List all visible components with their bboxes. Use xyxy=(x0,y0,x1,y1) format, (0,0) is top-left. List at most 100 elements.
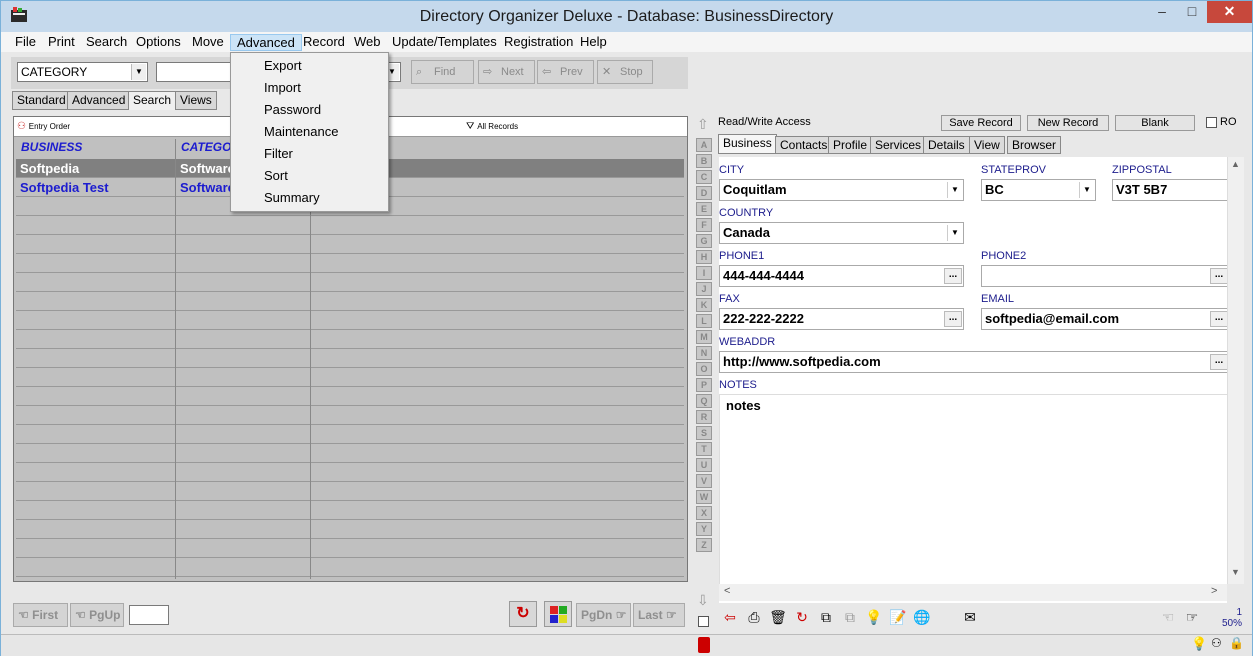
stop-button[interactable]: ✕ Stop xyxy=(597,60,653,84)
exit-icon[interactable] xyxy=(698,637,710,653)
hand-left-icon[interactable]: ☜ xyxy=(1157,606,1179,628)
menu-item-sort[interactable]: Sort xyxy=(232,165,387,187)
alpha-button-o[interactable]: O xyxy=(696,362,712,376)
alpha-button-h[interactable]: H xyxy=(696,250,712,264)
refresh-icon[interactable]: ↻ xyxy=(791,606,813,628)
alpha-button-z[interactable]: Z xyxy=(696,538,712,552)
all-records-button[interactable]: ⛛ All Records xyxy=(466,118,518,135)
menu-item-import[interactable]: Import xyxy=(232,77,387,99)
minimize-button[interactable]: – xyxy=(1147,1,1177,23)
menu-search[interactable]: Search xyxy=(80,34,133,51)
lightbulb-icon[interactable]: 💡 xyxy=(863,606,885,628)
alpha-button-q[interactable]: Q xyxy=(696,394,712,408)
alpha-button-u[interactable]: U xyxy=(696,458,712,472)
menu-web[interactable]: Web xyxy=(348,34,387,51)
form-horizontal-scrollbar[interactable]: < > xyxy=(719,584,1227,601)
alpha-checkbox[interactable] xyxy=(698,616,709,627)
back-arrow-icon[interactable]: ⇦ xyxy=(719,606,741,628)
column-header-business[interactable]: BUSINESS xyxy=(16,139,176,156)
webaddr-field[interactable]: http://www.softpedia.com... xyxy=(719,351,1227,373)
menu-update-templates[interactable]: Update/Templates xyxy=(386,34,503,51)
chevron-down-icon[interactable]: ▼ xyxy=(1079,182,1094,198)
save-record-button[interactable]: Save Record xyxy=(941,115,1021,131)
menu-item-summary[interactable]: Summary xyxy=(232,187,387,209)
email-record-icon[interactable]: ✉ xyxy=(959,606,981,628)
ellipsis-icon[interactable]: ... xyxy=(944,311,962,327)
refresh-icon[interactable]: ↻ xyxy=(509,601,537,627)
alpha-button-d[interactable]: D xyxy=(696,186,712,200)
pgdn-button[interactable]: PgDn ☞ xyxy=(576,603,631,627)
alpha-button-p[interactable]: P xyxy=(696,378,712,392)
alpha-button-e[interactable]: E xyxy=(696,202,712,216)
alpha-button-j[interactable]: J xyxy=(696,282,712,296)
ro-checkbox[interactable] xyxy=(1206,117,1217,128)
record-number-input[interactable] xyxy=(129,605,169,625)
alpha-button-v[interactable]: V xyxy=(696,474,712,488)
next-button[interactable]: ⇨ Next xyxy=(478,60,535,84)
ellipsis-icon[interactable]: ... xyxy=(944,268,962,284)
menu-print[interactable]: Print xyxy=(42,34,81,51)
close-button[interactable]: ✕ xyxy=(1207,1,1252,23)
alpha-button-i[interactable]: I xyxy=(696,266,712,280)
lightbulb-icon[interactable]: 💡 xyxy=(1191,636,1207,652)
maximize-button[interactable]: □ xyxy=(1177,1,1207,23)
pgup-button[interactable]: ☜ PgUp xyxy=(70,603,124,627)
ellipsis-icon[interactable]: ... xyxy=(1210,354,1227,370)
city-field[interactable]: Coquitlam ▼ xyxy=(719,179,964,201)
menu-item-maintenance[interactable]: Maintenance xyxy=(232,121,387,143)
copy-record-icon[interactable]: ⧉ xyxy=(815,606,837,628)
menu-item-filter[interactable]: Filter xyxy=(232,143,387,165)
alpha-button-g[interactable]: G xyxy=(696,234,712,248)
prev-button[interactable]: ⇦ Prev xyxy=(537,60,594,84)
chevron-down-icon[interactable]: ▼ xyxy=(947,225,962,241)
alpha-button-c[interactable]: C xyxy=(696,170,712,184)
menu-record[interactable]: Record xyxy=(297,34,351,51)
paste-record-icon[interactable]: ⧉ xyxy=(839,606,861,628)
scroll-down-icon[interactable]: ▼ xyxy=(1231,567,1240,577)
lock-icon[interactable]: 🔒 xyxy=(1229,636,1244,650)
alpha-button-x[interactable]: X xyxy=(696,506,712,520)
globe-icon[interactable]: 🌐 xyxy=(911,606,933,628)
alpha-button-k[interactable]: K xyxy=(696,298,712,312)
stateprov-field[interactable]: BC ▼ xyxy=(981,179,1096,201)
notes-icon[interactable]: 📝 xyxy=(887,606,909,628)
alpha-button-f[interactable]: F xyxy=(696,218,712,232)
arrow-up-icon[interactable]: ⇧ xyxy=(697,116,709,133)
chevron-down-icon[interactable]: ▼ xyxy=(131,64,146,80)
scroll-right-icon[interactable]: > xyxy=(1211,585,1217,597)
scroll-left-icon[interactable]: < xyxy=(724,585,730,597)
menu-help[interactable]: Help xyxy=(574,34,613,51)
alpha-button-l[interactable]: L xyxy=(696,314,712,328)
find-button[interactable]: ⌕ Find xyxy=(411,60,474,84)
tab-search[interactable]: Search xyxy=(128,91,177,110)
chevron-down-icon[interactable]: ▼ xyxy=(947,182,962,198)
color-grid-icon[interactable] xyxy=(544,601,572,627)
menu-item-export[interactable]: Export xyxy=(232,55,387,77)
hand-right-icon[interactable]: ☞ xyxy=(1181,606,1203,628)
ellipsis-icon[interactable]: ... xyxy=(1210,268,1227,284)
tab-views[interactable]: Views xyxy=(175,91,217,110)
trash-icon[interactable]: 🗑 xyxy=(767,606,789,628)
form-vertical-scrollbar[interactable]: ▲ ▼ xyxy=(1227,157,1244,584)
scroll-up-icon[interactable]: ▲ xyxy=(1231,159,1240,169)
menu-options[interactable]: Options xyxy=(130,34,187,51)
alpha-button-s[interactable]: S xyxy=(696,426,712,440)
tab-advanced[interactable]: Advanced xyxy=(67,91,131,110)
alpha-button-a[interactable]: A xyxy=(696,138,712,152)
first-button[interactable]: ☜ First xyxy=(13,603,68,627)
blank-button[interactable]: Blank xyxy=(1115,115,1195,131)
alpha-button-w[interactable]: W xyxy=(696,490,712,504)
tab-details[interactable]: Details xyxy=(923,136,970,154)
entry-order-button[interactable]: ⚇ Entry Order xyxy=(17,118,70,135)
print-icon[interactable]: ⎙ xyxy=(743,606,765,628)
menu-item-password[interactable]: Password xyxy=(232,99,387,121)
fax-field[interactable]: 222-222-2222... xyxy=(719,308,964,330)
menu-move[interactable]: Move xyxy=(186,34,230,51)
notes-textarea[interactable]: notes xyxy=(719,394,1227,594)
tab-profile[interactable]: Profile xyxy=(828,136,873,154)
email-field[interactable]: softpedia@email.com... xyxy=(981,308,1227,330)
alpha-button-y[interactable]: Y xyxy=(696,522,712,536)
tab-browser[interactable]: Browser xyxy=(1007,136,1062,154)
phone1-field[interactable]: 444-444-4444... xyxy=(719,265,964,287)
user-icon[interactable]: ⚇ xyxy=(1211,636,1222,650)
